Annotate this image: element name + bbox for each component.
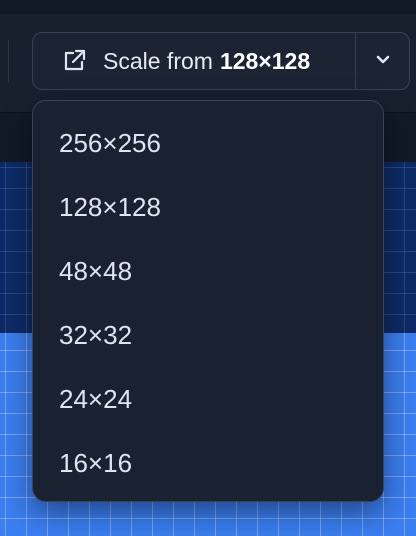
size-option-24[interactable]: 24×24 [33,367,383,431]
scale-from-label: Scale from [103,47,213,74]
size-option-32[interactable]: 32×32 [33,303,383,367]
external-link-icon [61,48,87,74]
size-option-16[interactable]: 16×16 [33,431,383,495]
scale-from-button[interactable]: Scale from 128×128 [32,32,356,90]
size-dropdown-toggle[interactable] [355,32,410,90]
toolbar-divider [8,40,9,82]
scale-from-value: 128×128 [219,47,311,74]
toolbar-top-strip [0,0,416,14]
size-option-256[interactable]: 256×256 [33,111,383,175]
size-menu: 256×256 128×128 48×48 32×32 24×24 16×16 [32,100,384,502]
size-option-128[interactable]: 128×128 [33,175,383,239]
size-option-48[interactable]: 48×48 [33,239,383,303]
chevron-down-icon [374,52,392,70]
